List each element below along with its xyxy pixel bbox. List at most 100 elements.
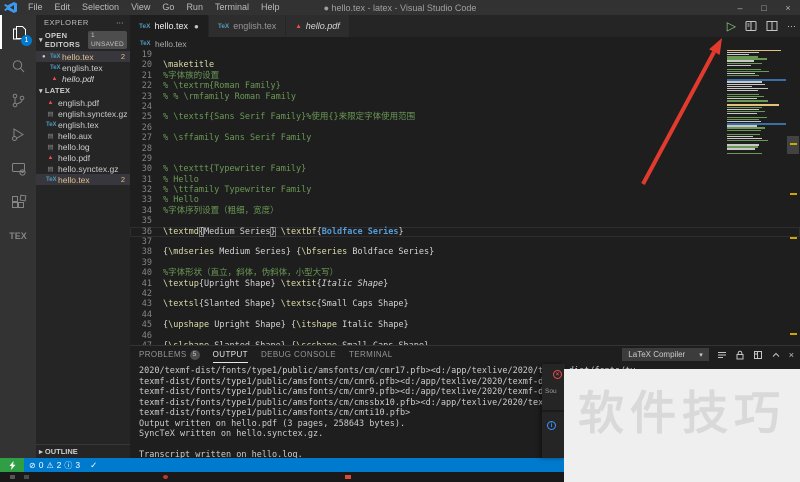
file-item-english.pdf[interactable]: ▲english.pdf bbox=[36, 97, 130, 108]
menu-terminal[interactable]: Terminal bbox=[209, 0, 255, 15]
code-line-37[interactable]: 37 bbox=[130, 237, 800, 247]
file-item-hello.tex[interactable]: ●TeXhello.tex2 bbox=[36, 51, 130, 62]
extensions-activity-button[interactable] bbox=[0, 185, 36, 219]
code-line-34[interactable]: 34%字体序列设置（粗细，宽度） bbox=[130, 206, 800, 216]
menu-run[interactable]: Run bbox=[180, 0, 209, 15]
code-line-21[interactable]: 21%字体族的设置 bbox=[130, 71, 800, 81]
minimap[interactable] bbox=[727, 50, 786, 345]
code-line-35[interactable]: 35 bbox=[130, 216, 800, 226]
scrollbar-thumb[interactable] bbox=[787, 136, 799, 154]
code-line-28[interactable]: 28 bbox=[130, 144, 800, 154]
more-actions-button[interactable]: ⋯ bbox=[787, 21, 796, 31]
menu-edit[interactable]: Edit bbox=[49, 0, 77, 15]
file-item-hello.log[interactable]: ▤hello.log bbox=[36, 141, 130, 152]
line-number: 37 bbox=[130, 237, 152, 247]
problems-status[interactable]: ⊘ 0 ⚠ 2 ⓘ 3 bbox=[24, 458, 85, 472]
search-activity-button[interactable] bbox=[0, 49, 36, 83]
open-in-editor-icon[interactable] bbox=[753, 350, 763, 360]
latex-build-status[interactable]: ✓ bbox=[85, 458, 102, 472]
outline-section-header[interactable]: ▸ OUTLINE bbox=[36, 444, 130, 458]
panel-actions: LaTeX Compiler ▾ × bbox=[622, 348, 794, 361]
code-line-41[interactable]: 41\textup{Upright Shape} \textit{Italic … bbox=[130, 279, 800, 289]
code-line-23[interactable]: 23% % \rmfamily Roman Family bbox=[130, 92, 800, 102]
file-label: english.tex bbox=[58, 120, 99, 130]
code-line-46[interactable]: 46 bbox=[130, 331, 800, 341]
latex-workshop-activity-button[interactable]: TEX bbox=[0, 219, 36, 253]
tab-english.tex[interactable]: TeXenglish.tex bbox=[209, 15, 286, 37]
panel-tab-debug-console[interactable]: DEBUG CONSOLE bbox=[261, 346, 336, 363]
code-line-40[interactable]: 40%字体形状（直立，斜体，伪斜体，小型大写） bbox=[130, 268, 800, 278]
error-circle-icon: × bbox=[553, 370, 562, 379]
explorer-actions-icon[interactable]: ⋯ bbox=[116, 18, 124, 27]
code-line-26[interactable]: 26 bbox=[130, 123, 800, 133]
menu-selection[interactable]: Selection bbox=[76, 0, 125, 15]
code-line-27[interactable]: 27% \sffamily Sans Serif Family bbox=[130, 133, 800, 143]
code-line-32[interactable]: 32% \ttfamily Typewriter Family bbox=[130, 185, 800, 195]
code-line-20[interactable]: 20\maketitle bbox=[130, 60, 800, 70]
file-item-hello.synctex.gz[interactable]: ▤hello.synctex.gz bbox=[36, 163, 130, 174]
code-line-38[interactable]: 38{\mdseries Medium Series} {\bfseries B… bbox=[130, 247, 800, 257]
remote-indicator[interactable] bbox=[0, 458, 24, 472]
code-line-42[interactable]: 42 bbox=[130, 289, 800, 299]
file-item-hello.tex[interactable]: TeXhello.tex2 bbox=[36, 174, 130, 185]
code-line-33[interactable]: 33% Hello bbox=[130, 195, 800, 205]
clear-output-icon[interactable] bbox=[717, 350, 727, 360]
tab-hello.pdf[interactable]: ▲hello.pdf bbox=[286, 15, 349, 37]
unsaved-dot-icon[interactable]: ● bbox=[194, 22, 199, 31]
code-line-19[interactable]: 19 bbox=[130, 50, 800, 60]
panel-tab-terminal[interactable]: TERMINAL bbox=[349, 346, 393, 363]
remote-explorer-activity-button[interactable] bbox=[0, 151, 36, 185]
line-number: 29 bbox=[130, 154, 152, 164]
panel-tab-output[interactable]: OUTPUT bbox=[213, 346, 248, 363]
file-item-english.tex[interactable]: TeXenglish.tex bbox=[36, 62, 130, 73]
file-item-hello.pdf[interactable]: ▲hello.pdf bbox=[36, 152, 130, 163]
file-item-hello.pdf[interactable]: ▲hello.pdf bbox=[36, 73, 130, 84]
editor-scrollbar[interactable] bbox=[786, 50, 800, 345]
minimize-button[interactable]: – bbox=[728, 0, 752, 15]
maximize-button[interactable]: □ bbox=[752, 0, 776, 15]
tab-hello.tex[interactable]: TeXhello.tex● bbox=[130, 15, 209, 37]
file-item-english.synctex.gz[interactable]: ▤english.synctex.gz bbox=[36, 108, 130, 119]
menu-file[interactable]: File bbox=[22, 0, 49, 15]
line-number: 28 bbox=[130, 144, 152, 154]
code-line-29[interactable]: 29 bbox=[130, 154, 800, 164]
build-latex-button[interactable]: ▷ bbox=[727, 20, 736, 32]
run-debug-activity-button[interactable] bbox=[0, 117, 36, 151]
breadcrumb[interactable]: TeX hello.tex bbox=[130, 37, 800, 50]
panel-tab-problems[interactable]: PROBLEMS5 bbox=[139, 346, 200, 363]
code-line-45[interactable]: 45{\upshape Upright Shape} {\itshape Ita… bbox=[130, 320, 800, 330]
code-line-30[interactable]: 30% \texttt{Typewriter Family} bbox=[130, 164, 800, 174]
close-panel-icon[interactable]: × bbox=[789, 350, 794, 360]
view-pdf-button[interactable] bbox=[745, 20, 757, 32]
menu-view[interactable]: View bbox=[125, 0, 156, 15]
error-icon: ⊘ bbox=[29, 461, 36, 470]
open-editors-header[interactable]: ▾ OPEN EDITORS 1 UNSAVED bbox=[36, 29, 130, 51]
menu-go[interactable]: Go bbox=[156, 0, 180, 15]
explorer-activity-button[interactable]: 1 bbox=[0, 15, 36, 49]
code-token: Upright Shape} { bbox=[209, 320, 296, 330]
folder-header[interactable]: ▾ LATEX bbox=[36, 84, 130, 97]
file-item-hello.aux[interactable]: ▤hello.aux bbox=[36, 130, 130, 141]
code-line-31[interactable]: 31% Hello bbox=[130, 175, 800, 185]
split-editor-button[interactable] bbox=[766, 20, 778, 32]
code-line-44[interactable]: 44 bbox=[130, 310, 800, 320]
close-button[interactable]: × bbox=[776, 0, 800, 15]
tex-file-icon: TeX bbox=[139, 23, 150, 30]
code-line-22[interactable]: 22% \textrm{Roman Family} bbox=[130, 81, 800, 91]
maximize-panel-icon[interactable] bbox=[771, 350, 781, 360]
panel-tab-label: OUTPUT bbox=[213, 350, 248, 359]
menu-help[interactable]: Help bbox=[255, 0, 286, 15]
code-line-39[interactable]: 39 bbox=[130, 258, 800, 268]
watermark-overlay: 软件技巧 bbox=[564, 369, 800, 482]
lock-icon[interactable] bbox=[735, 350, 745, 360]
code-line-43[interactable]: 43\textsl{Slanted Shape} \textsc{Small C… bbox=[130, 299, 800, 309]
output-channel-select[interactable]: LaTeX Compiler ▾ bbox=[622, 348, 708, 361]
code-line-25[interactable]: 25% \textsf{Sans Serif Family}%使用{}来限定字体… bbox=[130, 112, 800, 122]
code-line-36[interactable]: 36\textmd{Medium Series} \textbf{Boldfac… bbox=[130, 227, 800, 237]
code-line-24[interactable]: 24 bbox=[130, 102, 800, 112]
editor-tabs: TeXhello.tex●TeXenglish.tex▲hello.pdf bbox=[130, 15, 800, 37]
source-control-activity-button[interactable] bbox=[0, 83, 36, 117]
code-editor[interactable]: 1920\maketitle21%字体族的设置22% \textrm{Roman… bbox=[130, 50, 800, 345]
notification-toasts[interactable]: × Sou i bbox=[542, 364, 565, 458]
file-item-english.tex[interactable]: TeXenglish.tex bbox=[36, 119, 130, 130]
